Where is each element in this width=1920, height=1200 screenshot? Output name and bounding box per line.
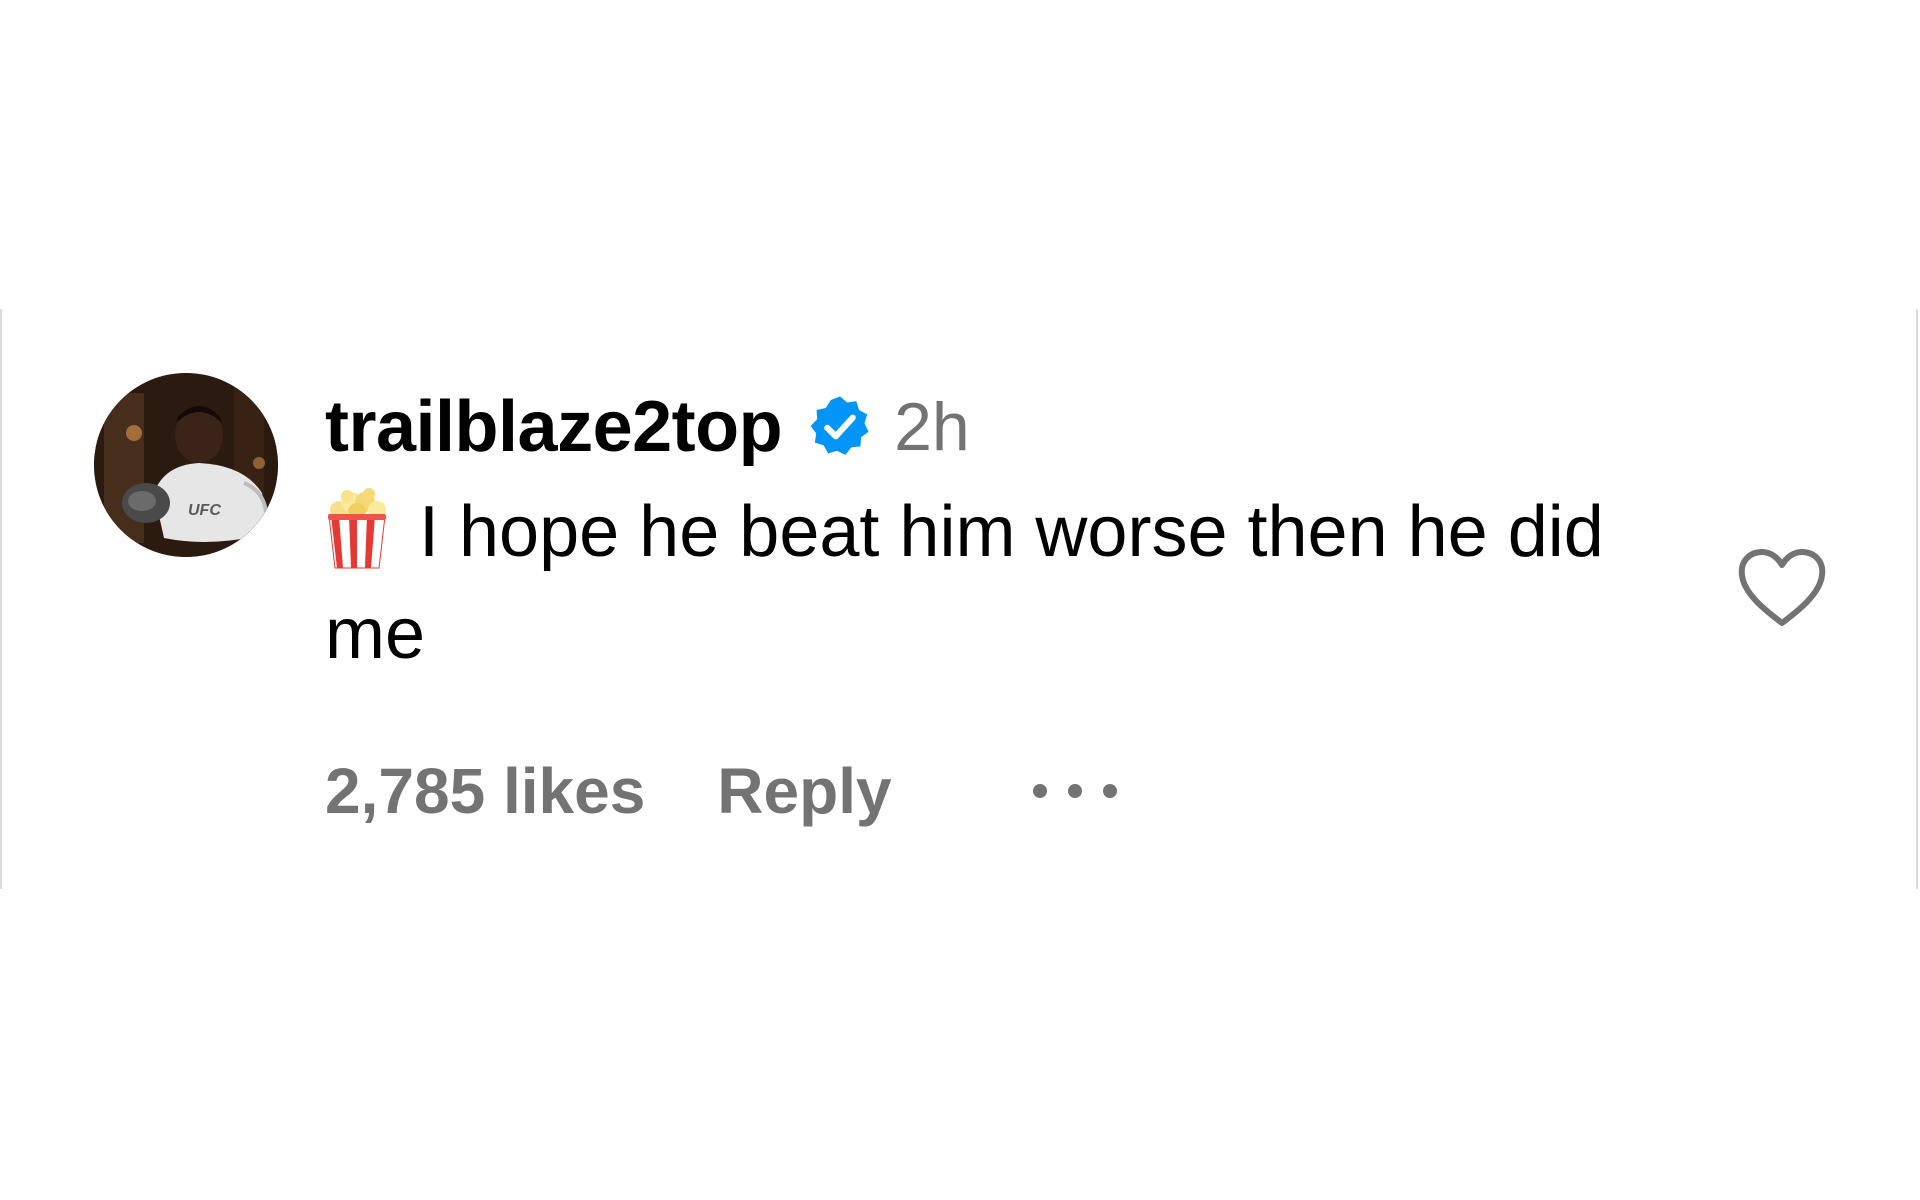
comment-text: I hope he beat him worse then he did me	[325, 492, 1604, 674]
comment-time: 2h	[894, 389, 970, 465]
verified-badge-icon	[810, 396, 869, 455]
avatar[interactable]: UFC	[94, 373, 278, 557]
avatar-logo-text: UFC	[188, 502, 221, 519]
username[interactable]: trailblaze2top	[325, 386, 783, 468]
popcorn-icon	[328, 488, 386, 569]
more-options-icon[interactable]	[1028, 776, 1122, 806]
reply-button[interactable]: Reply	[717, 754, 891, 828]
comment-header: trailblaze2top 2h	[325, 387, 970, 467]
comment-card: UFC trailblaze2top 2h I hope he beat him…	[0, 309, 1918, 889]
likes-count[interactable]: 2,785 likes	[325, 754, 645, 828]
comment-body: I hope he beat him worse then he did me	[325, 481, 1705, 685]
heart-outline-icon[interactable]	[1736, 547, 1828, 629]
avatar-image: UFC	[94, 373, 278, 557]
comment-actions: 2,785 likes Reply	[325, 741, 1122, 841]
